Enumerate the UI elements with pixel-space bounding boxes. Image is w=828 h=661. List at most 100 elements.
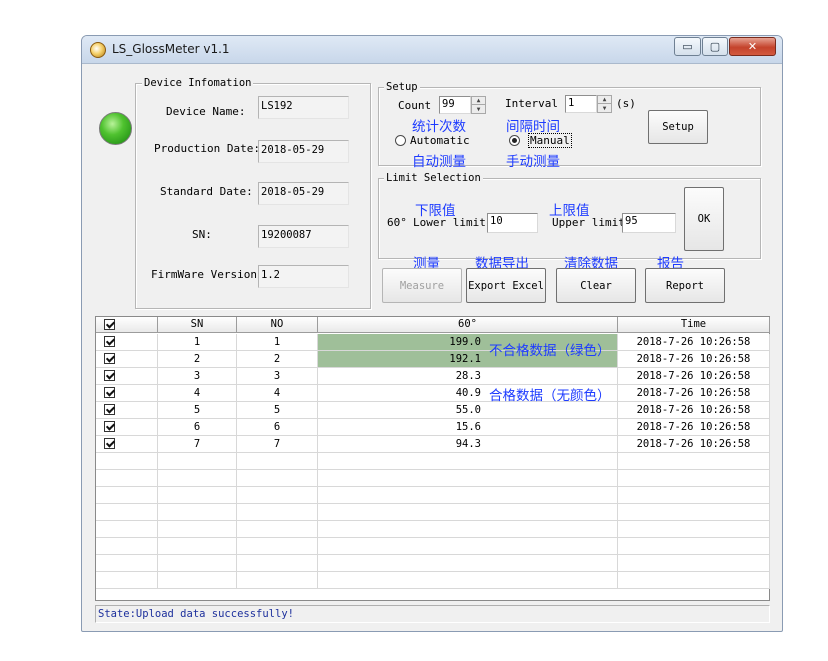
value-cell: 55.0	[318, 402, 618, 419]
sn-cell	[158, 538, 237, 555]
sn-cell: 6	[158, 419, 237, 436]
minimize-icon: ▭	[682, 40, 693, 53]
sn-cell: 2	[158, 351, 237, 368]
interval-stepper[interactable]: ▲ ▼	[597, 95, 612, 113]
interval-annotation: 间隔时间	[506, 119, 560, 135]
time-cell	[618, 572, 770, 589]
row-checkbox-cell	[96, 334, 158, 351]
row-checkbox[interactable]	[104, 421, 115, 432]
sn-cell: 7	[158, 436, 237, 453]
report-button[interactable]: Report	[645, 268, 725, 303]
select-all-header[interactable]	[96, 317, 158, 333]
time-cell	[618, 487, 770, 504]
sn-cell	[158, 487, 237, 504]
minimize-button[interactable]: ▭	[674, 37, 701, 56]
row-checkbox-cell	[96, 436, 158, 453]
value-cell	[318, 487, 618, 504]
row-checkbox[interactable]	[104, 353, 115, 364]
time-cell: 2018-7-26 10:26:58	[618, 334, 770, 351]
close-button[interactable]: ✕	[729, 37, 776, 56]
firmware-field: 1.2	[258, 265, 349, 288]
time-cell: 2018-7-26 10:26:58	[618, 385, 770, 402]
row-checkbox-cell	[96, 538, 158, 555]
no-cell	[237, 555, 318, 572]
clear-button[interactable]: Clear	[556, 268, 636, 303]
row-checkbox-cell	[96, 419, 158, 436]
value-cell	[318, 470, 618, 487]
row-checkbox[interactable]	[104, 370, 115, 381]
value-cell	[318, 504, 618, 521]
time-cell: 2018-7-26 10:26:58	[618, 402, 770, 419]
row-checkbox[interactable]	[104, 336, 115, 347]
sn-cell	[158, 504, 237, 521]
value-cell: 15.6	[318, 419, 618, 436]
no-cell	[237, 470, 318, 487]
firmware-label: FirmWare Version:	[151, 268, 264, 281]
value-cell	[318, 555, 618, 572]
automatic-radio[interactable]	[395, 135, 406, 146]
setup-legend: Setup	[384, 81, 420, 93]
no-cell: 3	[237, 368, 318, 385]
title-bar: LS_GlossMeter v1.1 ▭ ▢ ✕	[82, 36, 782, 64]
sn-cell: 4	[158, 385, 237, 402]
manual-label[interactable]: Manual	[528, 133, 572, 148]
connection-indicator-icon	[99, 112, 132, 145]
export-excel-button[interactable]: Export Excel	[466, 268, 546, 303]
row-checkbox-cell	[96, 572, 158, 589]
maximize-button[interactable]: ▢	[702, 37, 728, 56]
row-checkbox[interactable]	[104, 404, 115, 415]
time-cell	[618, 504, 770, 521]
time-cell	[618, 555, 770, 572]
ok-button[interactable]: OK	[684, 187, 724, 251]
no-cell	[237, 572, 318, 589]
interval-input[interactable]: 1	[565, 95, 597, 113]
app-icon	[90, 42, 106, 58]
time-cell: 2018-7-26 10:26:58	[618, 351, 770, 368]
upper-limit-input[interactable]: 95	[622, 213, 676, 233]
count-stepper[interactable]: ▲ ▼	[471, 96, 486, 114]
measure-button[interactable]: Measure	[382, 268, 462, 303]
window-title: LS_GlossMeter v1.1	[112, 42, 230, 56]
row-checkbox-cell	[96, 368, 158, 385]
sn-cell	[158, 521, 237, 538]
row-checkbox-cell	[96, 351, 158, 368]
device-info-legend: Device Infomation	[142, 77, 254, 89]
count-input[interactable]: 99	[439, 96, 471, 114]
count-annotation: 统计次数	[412, 119, 466, 135]
value-cell	[318, 572, 618, 589]
production-date-field: 2018-05-29	[258, 140, 349, 163]
column-header-time[interactable]: Time	[618, 317, 770, 333]
manual-radio[interactable]	[509, 135, 520, 146]
no-cell: 2	[237, 351, 318, 368]
sn-cell: 3	[158, 368, 237, 385]
column-header-60[interactable]: 60°	[318, 317, 618, 333]
lower-limit-input[interactable]: 10	[487, 213, 538, 233]
count-label: Count	[398, 99, 432, 112]
row-checkbox-cell	[96, 402, 158, 419]
time-cell	[618, 453, 770, 470]
no-cell	[237, 453, 318, 470]
sn-label: SN:	[192, 228, 212, 241]
angle-label: 60°	[387, 216, 407, 229]
interval-label: Interval	[505, 97, 558, 110]
sn-cell	[158, 453, 237, 470]
column-header-no[interactable]: NO	[237, 317, 318, 333]
sn-field: 19200087	[258, 225, 349, 248]
row-checkbox[interactable]	[104, 438, 115, 449]
interval-unit: (s)	[616, 97, 636, 110]
select-all-checkbox[interactable]	[104, 319, 115, 330]
row-checkbox[interactable]	[104, 387, 115, 398]
sn-cell	[158, 555, 237, 572]
standard-date-field: 2018-05-29	[258, 182, 349, 205]
value-cell	[318, 521, 618, 538]
manual-annotation: 手动测量	[506, 154, 560, 170]
time-cell	[618, 470, 770, 487]
row-checkbox-cell	[96, 504, 158, 521]
time-cell: 2018-7-26 10:26:58	[618, 436, 770, 453]
no-cell: 4	[237, 385, 318, 402]
setup-button[interactable]: Setup	[648, 110, 708, 144]
status-bar: State:Upload data successfully!	[95, 605, 770, 623]
column-header-sn[interactable]: SN	[158, 317, 237, 333]
no-cell: 7	[237, 436, 318, 453]
automatic-label[interactable]: Automatic	[410, 134, 470, 147]
